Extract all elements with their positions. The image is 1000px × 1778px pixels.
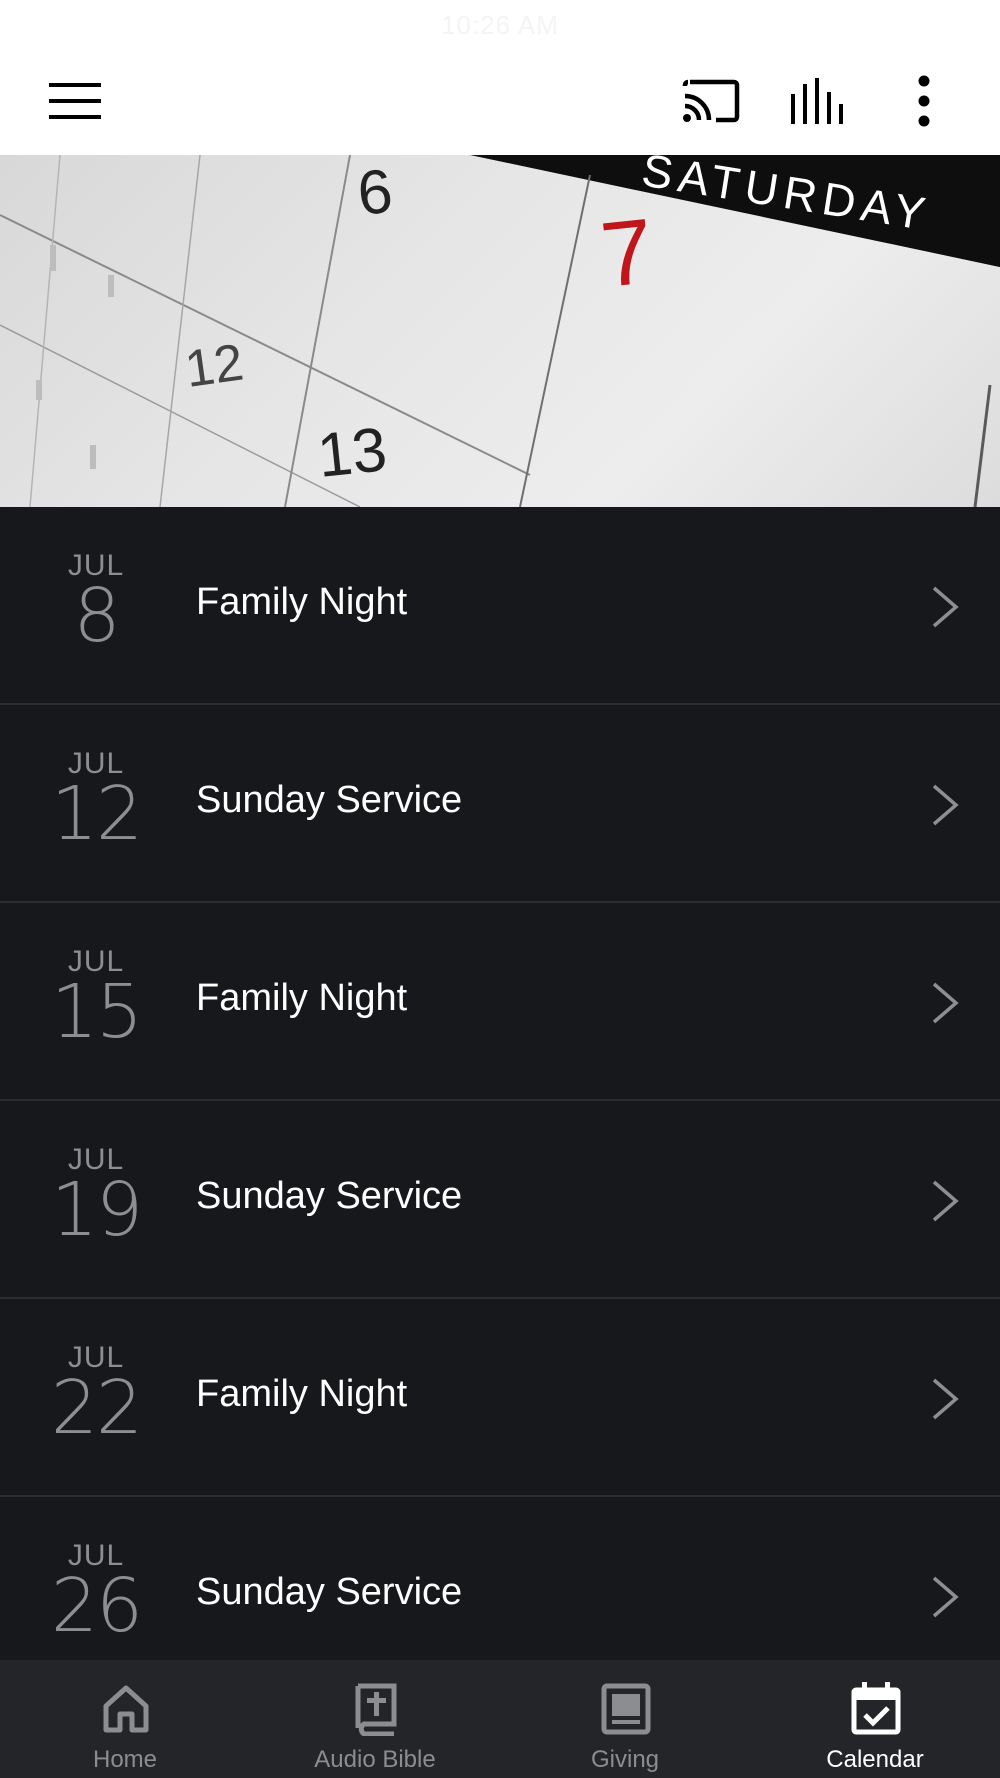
nav-label-giving: Giving: [590, 1746, 660, 1773]
event-day: 15: [50, 969, 143, 1055]
nav-label-audio-bible: Audio Bible: [314, 1746, 436, 1773]
chevron-right-icon: [932, 1576, 959, 1618]
event-day: 12: [50, 771, 143, 857]
calendar-check-icon: [851, 1682, 901, 1735]
app-screen: 10:26 AM SATURDAY 6 7 12 13 JUL 8 Family…: [0, 0, 1000, 1778]
event-row[interactable]: JUL 15 Family Night: [0, 903, 1000, 1101]
nav-item-audio-bible[interactable]: Audio Bible: [250, 1660, 500, 1778]
more-options-button[interactable]: [889, 66, 959, 136]
calendar-number-13: 13: [314, 415, 390, 491]
equalizer-button[interactable]: [782, 66, 852, 136]
event-row[interactable]: JUL 19 Sunday Service: [0, 1101, 1000, 1299]
chevron-right-icon: [932, 784, 959, 826]
menu-icon: [49, 83, 101, 119]
calendar-number-12: 12: [182, 333, 247, 398]
calendar-number-7: 7: [596, 200, 658, 307]
event-title: Sunday Service: [196, 1571, 463, 1613]
more-vertical-icon: [918, 75, 930, 127]
event-title: Family Night: [196, 1373, 408, 1415]
nav-item-home[interactable]: Home: [0, 1660, 250, 1778]
bible-icon: [355, 1683, 397, 1736]
home-icon: [103, 1685, 149, 1733]
nav-item-giving[interactable]: Giving: [500, 1660, 750, 1778]
menu-button[interactable]: [40, 66, 110, 136]
event-row[interactable]: JUL 8 Family Night: [0, 507, 1000, 705]
nav-item-calendar[interactable]: Calendar: [750, 1660, 1000, 1778]
nav-label-calendar: Calendar: [826, 1746, 924, 1773]
chevron-right-icon: [932, 1378, 959, 1420]
giving-icon: [601, 1683, 651, 1735]
hero-calendar-image: SATURDAY 6 7 12 13: [0, 155, 1000, 507]
event-row[interactable]: JUL 12 Sunday Service: [0, 705, 1000, 903]
event-day: 26: [50, 1563, 143, 1649]
event-title: Sunday Service: [196, 1175, 463, 1217]
event-day: 19: [50, 1167, 143, 1253]
bottom-navigation: Home Audio Bible Giving Calendar: [0, 1660, 1000, 1778]
cast-icon: [682, 79, 740, 123]
cast-button[interactable]: [676, 66, 746, 136]
nav-label-home: Home: [92, 1746, 158, 1773]
event-title: Family Night: [196, 977, 408, 1019]
event-title: Sunday Service: [196, 779, 463, 821]
equalizer-icon: [791, 78, 843, 124]
event-title: Family Night: [196, 581, 408, 623]
chevron-right-icon: [932, 982, 959, 1024]
chevron-right-icon: [932, 586, 959, 628]
event-day: 22: [50, 1365, 143, 1451]
calendar-illustration: SATURDAY 6 7 12 13: [0, 155, 1000, 507]
chevron-right-icon: [932, 1180, 959, 1222]
event-row[interactable]: JUL 22 Family Night: [0, 1299, 1000, 1497]
event-list: JUL 8 Family Night JUL 12 Sunday Service…: [0, 507, 1000, 1695]
top-bar: 10:26 AM: [0, 0, 1000, 155]
status-time: 10:26 AM: [441, 10, 559, 40]
calendar-number-6: 6: [354, 157, 396, 229]
event-day: 8: [73, 573, 120, 659]
